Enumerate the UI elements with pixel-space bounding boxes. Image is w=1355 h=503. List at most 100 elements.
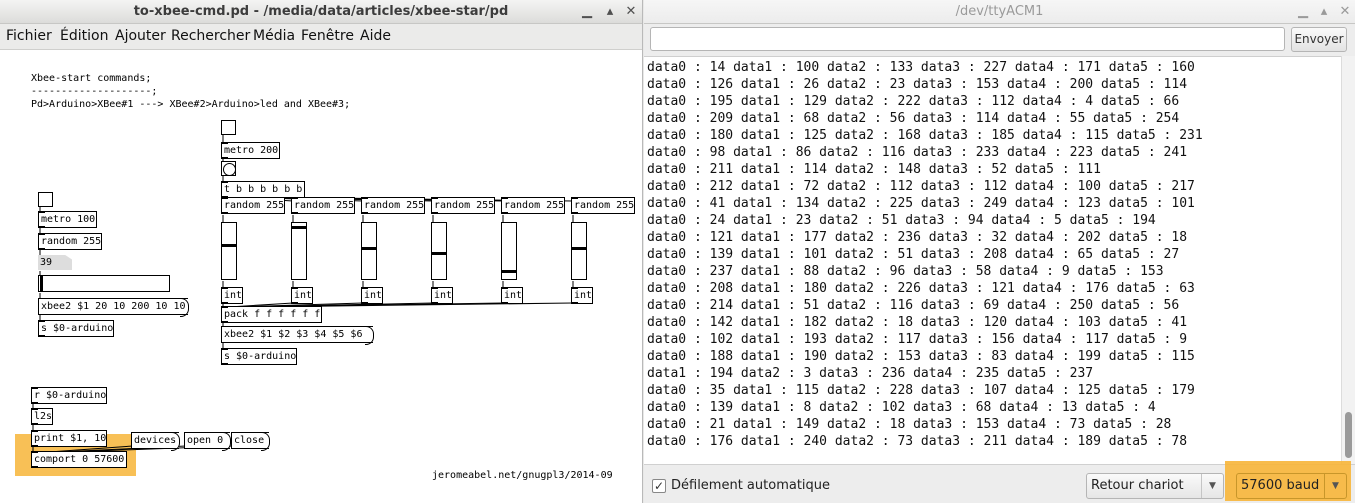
- menu-media[interactable]: Média: [253, 28, 295, 44]
- receive-arduino-object[interactable]: r $0-arduino: [31, 387, 107, 404]
- chevron-down-icon: ▼: [1324, 474, 1346, 498]
- metro-200-object[interactable]: metro 200: [221, 142, 280, 159]
- devices-message[interactable]: devices: [131, 432, 180, 451]
- random-object-4[interactable]: random 255: [431, 197, 495, 214]
- serial-line: data0 : 142 data1 : 182 data2 : 18 data3…: [647, 315, 1188, 330]
- number-box[interactable]: 39: [38, 255, 72, 270]
- l2s-object[interactable]: l2s: [31, 408, 53, 425]
- comment-title: Xbee-start commands;: [31, 73, 152, 84]
- serial-line: data0 : 41 data1 : 134 data2 : 225 data3…: [647, 196, 1195, 211]
- pd-patch-window: to-xbee-cmd.pd - /media/data/articles/xb…: [0, 0, 643, 503]
- send-input[interactable]: [650, 27, 1285, 51]
- int-object-2[interactable]: int: [291, 287, 313, 304]
- serial-line: data0 : 139 data1 : 8 data2 : 102 data3 …: [647, 400, 1156, 415]
- vslider-2[interactable]: [291, 222, 307, 280]
- serial-line: data0 : 237 data1 : 88 data2 : 96 data3 …: [647, 264, 1164, 279]
- serial-line: data0 : 208 data1 : 180 data2 : 226 data…: [647, 281, 1195, 296]
- chevron-down-icon: ▼: [1201, 474, 1223, 498]
- menu-edition[interactable]: Édition: [60, 28, 108, 44]
- autoscroll-label: Défilement automatique: [671, 478, 831, 493]
- serial-line: data0 : 21 data1 : 149 data2 : 18 data3 …: [647, 417, 1172, 432]
- comment-description: Pd>Arduino>XBee#1 ---> XBee#2>Arduino>le…: [31, 99, 351, 110]
- pack-object[interactable]: pack f f f f f f: [221, 306, 322, 323]
- maximize-icon[interactable]: ▴: [1315, 3, 1333, 21]
- serial-line: data0 : 209 data1 : 68 data2 : 56 data3 …: [647, 111, 1180, 126]
- bang-button[interactable]: [221, 161, 236, 176]
- maximize-icon[interactable]: ▴: [601, 3, 619, 21]
- autoscroll-checkbox[interactable]: ✓: [652, 479, 666, 493]
- close-message[interactable]: close: [231, 432, 270, 451]
- xbee2-message-left[interactable]: xbee2 $1 20 10 200 10 10: [38, 298, 189, 317]
- pd-window-title: to-xbee-cmd.pd - /media/data/articles/xb…: [133, 4, 509, 19]
- comment-separator: --------------------;: [31, 86, 158, 97]
- serial-line: data1 : 194 data2 : 3 data3 : 236 data4 …: [647, 366, 1094, 381]
- random-object-3[interactable]: random 255: [361, 197, 425, 214]
- int-object-5[interactable]: int: [501, 287, 523, 304]
- send-arduino-object-1[interactable]: s $0-arduino: [38, 320, 114, 337]
- int-object-6[interactable]: int: [571, 287, 593, 304]
- menu-rechercher[interactable]: Rechercher: [171, 28, 250, 44]
- serial-line: data0 : 176 data1 : 240 data2 : 73 data3…: [647, 434, 1188, 449]
- random-object-6[interactable]: random 255: [571, 197, 635, 214]
- serial-line: data0 : 14 data1 : 100 data2 : 133 data3…: [647, 60, 1195, 75]
- print-object[interactable]: print $1, 10: [31, 430, 107, 447]
- pd-menubar: Fichier Édition Ajouter Rechercher Média…: [0, 24, 642, 50]
- scrollbar-thumb[interactable]: [1345, 412, 1352, 458]
- baud-value: 57600 baud: [1241, 478, 1320, 493]
- slider-knob[interactable]: [362, 247, 376, 250]
- slider-knob[interactable]: [222, 244, 236, 247]
- serial-line: data0 : 102 data1 : 193 data2 : 117 data…: [647, 332, 1188, 347]
- baud-select[interactable]: 57600 baud ▼: [1236, 473, 1347, 499]
- send-arduino-object-2[interactable]: s $0-arduino: [221, 348, 297, 365]
- vslider-4[interactable]: [431, 222, 447, 280]
- random-object-1[interactable]: random 255: [221, 197, 285, 214]
- random-object-5[interactable]: random 255: [501, 197, 565, 214]
- minimize-icon[interactable]: ▁: [578, 3, 596, 21]
- hslider[interactable]: [38, 275, 170, 292]
- int-object-4[interactable]: int: [431, 287, 453, 304]
- slider-knob[interactable]: [292, 226, 306, 229]
- xbee2-message-right[interactable]: xbee2 $1 $2 $3 $4 $5 $6: [221, 326, 374, 345]
- close-icon[interactable]: ✕: [622, 3, 640, 21]
- line-ending-value: Retour chariot: [1091, 478, 1184, 493]
- menu-fichier[interactable]: Fichier: [6, 28, 52, 44]
- send-button[interactable]: Envoyer: [1291, 27, 1347, 52]
- random-object-2[interactable]: random 255: [291, 197, 355, 214]
- slider-knob[interactable]: [572, 247, 586, 250]
- metro-100-object[interactable]: metro 100: [38, 211, 97, 228]
- slider-knob[interactable]: [432, 252, 446, 255]
- menu-aide[interactable]: Aide: [360, 28, 391, 44]
- close-icon[interactable]: ✕: [1336, 3, 1354, 21]
- int-object-3[interactable]: int: [361, 287, 383, 304]
- toggle-metro-200[interactable]: [221, 120, 236, 135]
- serial-line: data0 : 35 data1 : 115 data2 : 228 data3…: [647, 383, 1195, 398]
- monitor-window-title: /dev/ttyACM1: [955, 4, 1044, 19]
- menu-ajouter[interactable]: Ajouter: [115, 28, 166, 44]
- int-object-1[interactable]: int: [221, 287, 243, 304]
- pd-titlebar: to-xbee-cmd.pd - /media/data/articles/xb…: [0, 0, 642, 24]
- serial-output[interactable]: data0 : 14 data1 : 100 data2 : 133 data3…: [644, 56, 1341, 464]
- serial-line: data0 : 24 data1 : 23 data2 : 51 data3 :…: [647, 213, 1156, 228]
- comport-object[interactable]: comport 0 57600: [31, 451, 127, 468]
- serial-line: data0 : 98 data1 : 86 data2 : 116 data3 …: [647, 145, 1188, 160]
- vslider-3[interactable]: [361, 222, 377, 280]
- trigger-object[interactable]: t b b b b b b: [221, 181, 305, 198]
- random-object-left[interactable]: random 255: [38, 233, 102, 250]
- serial-line: data0 : 121 data1 : 177 data2 : 236 data…: [647, 230, 1188, 245]
- vslider-6[interactable]: [571, 222, 587, 280]
- line-ending-select[interactable]: Retour chariot ▼: [1086, 473, 1224, 499]
- serial-line: data0 : 188 data1 : 190 data2 : 153 data…: [647, 349, 1195, 364]
- menu-fenetre[interactable]: Fenêtre: [301, 28, 354, 44]
- monitor-titlebar: /dev/ttyACM1 ▁ ▴ ✕: [644, 0, 1355, 24]
- credit-comment: jeromeabel.net/gnugpl3/2014-09: [432, 470, 613, 481]
- serial-scrollbar[interactable]: [1341, 56, 1355, 464]
- open-message[interactable]: open 0: [184, 432, 231, 451]
- monitor-bottombar: ✓ Défilement automatique Retour chariot …: [644, 461, 1355, 503]
- toggle-metro-100[interactable]: [38, 192, 53, 207]
- slider-knob[interactable]: [502, 270, 516, 273]
- serial-monitor-window: /dev/ttyACM1 ▁ ▴ ✕ Envoyer data0 : 14 da…: [644, 0, 1355, 503]
- pd-canvas[interactable]: Xbee-start commands; -------------------…: [0, 51, 642, 503]
- vslider-1[interactable]: [221, 222, 237, 280]
- minimize-icon[interactable]: ▁: [1294, 3, 1312, 21]
- vslider-5[interactable]: [501, 222, 517, 280]
